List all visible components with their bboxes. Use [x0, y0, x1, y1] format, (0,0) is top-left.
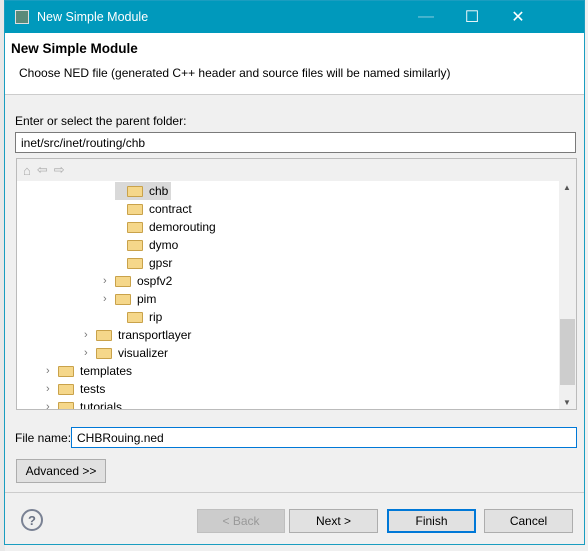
tree-item-label: pim: [137, 292, 157, 306]
tree-item-label: dymo: [149, 238, 179, 252]
chevron-right-icon[interactable]: ›: [46, 383, 58, 395]
folder-icon: [96, 329, 112, 341]
new-simple-module-dialog: New Simple Module — ☐ ✕ New Simple Modul…: [4, 0, 585, 545]
tree-item[interactable]: chb: [115, 182, 172, 200]
folder-icon: [58, 401, 74, 409]
next-button[interactable]: Next >: [289, 509, 378, 533]
folder-icon: [127, 203, 143, 215]
folder-icon: [58, 365, 74, 377]
file-name-input[interactable]: CHBRouing.ned: [71, 427, 577, 448]
tree-item[interactable]: › visualizer: [84, 344, 168, 362]
folder-icon: [127, 185, 143, 197]
tree-item-label: gpsr: [149, 256, 173, 270]
folder-icon: [115, 275, 131, 287]
tree-item-label: ospfv2: [137, 274, 173, 288]
folder-icon: [58, 383, 74, 395]
scroll-down-icon[interactable]: ▼: [563, 398, 571, 407]
back-arrow-icon[interactable]: ⇦: [37, 162, 48, 178]
scrollbar-thumb[interactable]: [560, 319, 575, 385]
forward-arrow-icon[interactable]: ⇨: [54, 162, 65, 178]
tree-item[interactable]: › ospfv2: [103, 272, 172, 290]
chevron-right-icon[interactable]: ›: [46, 365, 58, 377]
chevron-right-icon[interactable]: ›: [103, 293, 115, 305]
folder-icon: [127, 311, 143, 323]
tree-item-label: tutorials: [80, 400, 123, 410]
tree-item-label: rip: [149, 310, 163, 324]
footer-divider: [5, 492, 584, 493]
home-icon[interactable]: ⌂: [23, 163, 31, 178]
tree-toolbar: ⌂ ⇦ ⇨: [17, 159, 576, 181]
tree-item-label: transportlayer: [118, 328, 192, 342]
folder-icon: [127, 239, 143, 251]
maximize-button[interactable]: ☐: [449, 1, 495, 33]
help-icon[interactable]: ?: [21, 509, 43, 531]
tree-item[interactable]: dymo: [115, 236, 178, 254]
back-button[interactable]: < Back: [197, 509, 285, 533]
advanced-button[interactable]: Advanced >>: [16, 459, 106, 483]
chevron-right-icon[interactable]: ›: [84, 347, 96, 359]
wizard-header: New Simple Module Choose NED file (gener…: [5, 33, 584, 95]
tree-item-label: tests: [80, 382, 106, 396]
close-button[interactable]: ✕: [495, 1, 541, 33]
window-title: New Simple Module: [37, 10, 149, 24]
chevron-right-icon[interactable]: ›: [46, 401, 58, 409]
folder-icon: [127, 221, 143, 233]
tree-item-label: visualizer: [118, 346, 169, 360]
file-name-label: File name:: [15, 431, 72, 445]
folder-tree[interactable]: ⌂ ⇦ ⇨ chb contract demorouting dymo gpsr › osp…: [16, 158, 577, 410]
tree-item-label: contract: [149, 202, 192, 216]
tree-scrollbar[interactable]: ▲ ▼: [559, 181, 576, 409]
tree-item[interactable]: gpsr: [115, 254, 172, 272]
tree-item[interactable]: rip: [115, 308, 162, 326]
folder-icon: [96, 347, 112, 359]
folder-label: Enter or select the parent folder:: [15, 114, 187, 128]
app-icon: [15, 10, 29, 24]
tree-item-label: templates: [80, 364, 133, 378]
tree-item-label: demorouting: [149, 220, 216, 234]
folder-input[interactable]: inet/src/inet/routing/chb: [15, 132, 576, 153]
page-description: Choose NED file (generated C++ header an…: [19, 66, 451, 80]
page-title: New Simple Module: [11, 41, 138, 56]
finish-button[interactable]: Finish: [387, 509, 476, 533]
tree-item[interactable]: › tests: [46, 380, 105, 398]
scroll-up-icon[interactable]: ▲: [563, 183, 571, 192]
tree-item[interactable]: contract: [115, 200, 192, 218]
tree-item[interactable]: › pim: [103, 290, 156, 308]
folder-icon: [115, 293, 131, 305]
cancel-button[interactable]: Cancel: [484, 509, 573, 533]
tree-item[interactable]: › transportlayer: [84, 326, 191, 344]
title-bar: New Simple Module — ☐ ✕: [5, 1, 584, 33]
tree-item-label: chb: [149, 184, 169, 198]
tree-item[interactable]: › templates: [46, 362, 132, 380]
chevron-right-icon[interactable]: ›: [103, 275, 115, 287]
folder-icon: [127, 257, 143, 269]
tree-item[interactable]: › tutorials: [46, 398, 123, 410]
chevron-right-icon[interactable]: ›: [84, 329, 96, 341]
minimize-button[interactable]: —: [403, 1, 449, 33]
tree-item[interactable]: demorouting: [115, 218, 216, 236]
